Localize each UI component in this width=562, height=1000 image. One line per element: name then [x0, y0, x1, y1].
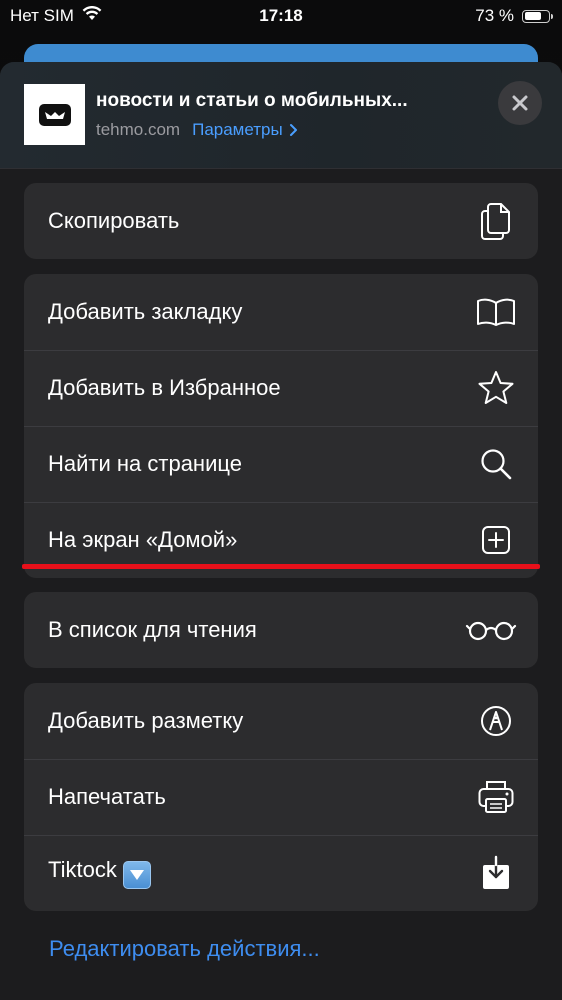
action-label: В список для чтения — [48, 617, 257, 642]
action-label: Напечатать — [48, 784, 166, 809]
battery-percent: 73 % — [475, 6, 514, 25]
action-label: Найти на странице — [48, 451, 242, 476]
printer-icon — [474, 775, 518, 819]
params-link[interactable]: Параметры — [192, 120, 298, 140]
battery-icon — [522, 9, 553, 23]
chevron-right-icon — [289, 124, 297, 136]
action-label: Добавить в Избранное — [48, 375, 281, 400]
down-arrow-emoji-icon — [122, 861, 151, 889]
battery-fill — [524, 12, 542, 20]
screen: Нет SIM 17:18 73 % новости и статьи о мо… — [0, 0, 562, 1000]
action-label: Скопировать — [48, 208, 180, 233]
book-icon — [474, 290, 518, 334]
download-tray-icon — [474, 851, 518, 895]
site-logo-icon — [38, 103, 71, 126]
site-domain: tehmo.com — [96, 120, 181, 139]
params-label: Параметры — [192, 120, 283, 139]
action-group-misc: Добавить разметку Напечатать Tiktock — [24, 683, 538, 911]
plus-square-icon — [474, 518, 518, 562]
action-group-reading-list: В список для чтения — [24, 592, 538, 668]
edit-actions-link[interactable]: Редактировать действия... — [49, 936, 320, 962]
action-markup[interactable]: Добавить разметку — [24, 683, 538, 759]
glasses-icon — [464, 608, 518, 652]
action-group-copy: Скопировать — [24, 183, 538, 259]
action-label: Добавить закладку — [48, 299, 243, 324]
battery-group: 73 % — [475, 6, 553, 26]
site-subline: tehmo.com Параметры — [96, 120, 298, 140]
page-title: новости и статьи о мобильных... — [96, 90, 408, 111]
action-print[interactable]: Напечатать — [24, 759, 538, 835]
copy-icon — [474, 199, 518, 243]
action-find-on-page[interactable]: Найти на странице — [24, 426, 538, 502]
star-icon — [474, 366, 518, 410]
share-sheet-header: новости и статьи о мобильных... tehmo.co… — [0, 62, 562, 169]
markup-pen-icon — [474, 699, 518, 743]
action-label-group: Tiktock — [48, 857, 151, 889]
site-thumbnail — [24, 84, 85, 145]
close-icon — [512, 95, 528, 111]
action-tiktock[interactable]: Tiktock — [24, 835, 538, 911]
action-add-favorites[interactable]: Добавить в Избранное — [24, 350, 538, 426]
action-add-bookmark[interactable]: Добавить закладку — [24, 274, 538, 350]
highlight-underline — [22, 564, 540, 569]
action-label: Tiktock — [48, 857, 117, 882]
action-group-page: Добавить закладку Добавить в Избранное Н… — [24, 274, 538, 578]
action-reading-list[interactable]: В список для чтения — [24, 592, 538, 668]
status-bar: Нет SIM 17:18 73 % — [0, 0, 562, 34]
action-label: Добавить разметку — [48, 708, 244, 733]
search-icon — [474, 442, 518, 486]
close-button[interactable] — [498, 81, 542, 125]
action-copy[interactable]: Скопировать — [24, 183, 538, 259]
action-label: На экран «Домой» — [48, 527, 238, 552]
